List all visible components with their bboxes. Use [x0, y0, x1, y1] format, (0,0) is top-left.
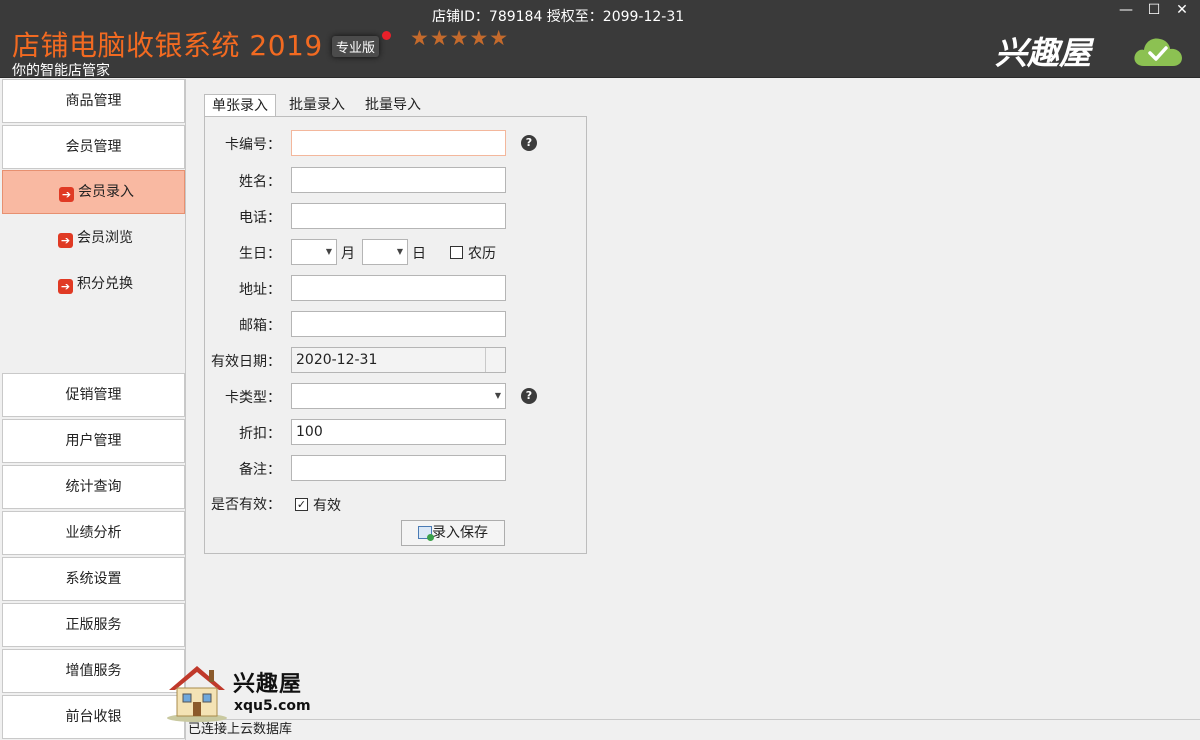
minimize-button[interactable]: — — [1114, 2, 1138, 18]
store-info: 店铺ID：789184 授权至：2099-12-31 — [432, 9, 685, 25]
main-content: 单张录入 批量录入 批量导入 卡编号： ? 姓名： 电话： 生日： ▼ 月 ▼ … — [186, 79, 1200, 719]
nav-members[interactable]: 会员管理 — [2, 125, 185, 169]
house-icon — [167, 666, 227, 722]
notification-dot — [382, 31, 391, 40]
maximize-button[interactable]: ☐ — [1142, 2, 1166, 18]
valid-date-picker[interactable]: 2020-12-31 — [291, 347, 506, 373]
birthday-month-select[interactable]: ▼ — [291, 239, 337, 265]
arrow-right-icon: ➔ — [58, 279, 73, 294]
address-label: 地址： — [239, 282, 281, 298]
edition-badge: 专业版 — [332, 36, 380, 57]
chevron-down-icon: ▼ — [494, 391, 501, 400]
is-valid-label: 是否有效： — [211, 497, 281, 513]
is-valid-checkbox-label: 有效 — [313, 498, 341, 514]
nav-goods[interactable]: 商品管理 — [2, 79, 185, 123]
date-dropdown-button[interactable] — [485, 348, 505, 372]
nav-performance[interactable]: 业绩分析 — [2, 511, 185, 555]
discount-input[interactable] — [291, 419, 506, 445]
app-subtitle: 你的智能店管家 — [12, 63, 110, 79]
remark-input[interactable] — [291, 455, 506, 481]
title-bar: 店铺电脑收银系统 2019 专业版 ★★★★★ 你的智能店管家 店铺ID：789… — [0, 0, 1200, 79]
lunar-label: 农历 — [468, 246, 496, 262]
watermark-name: 兴趣屋 — [233, 672, 303, 697]
card-no-input[interactable] — [291, 130, 506, 156]
valid-date-label: 有效日期： — [211, 354, 281, 370]
chevron-down-icon: ▼ — [396, 247, 403, 256]
question-icon[interactable]: ? — [521, 388, 537, 404]
phone-input[interactable] — [291, 203, 506, 229]
member-entry-panel: 卡编号： ? 姓名： 电话： 生日： ▼ 月 ▼ 日 农历 地址： 邮箱： 有效… — [204, 116, 587, 554]
watermark-url: xqu5.com — [234, 698, 311, 714]
birthday-label: 生日： — [239, 246, 281, 262]
watermark: 兴趣屋 xqu5.com — [165, 662, 325, 722]
month-unit: 月 — [341, 246, 355, 262]
tab-batch-entry[interactable]: 批量录入 — [282, 94, 352, 116]
sub-points-exchange-label: 积分兑换 — [77, 276, 133, 292]
app-title: 店铺电脑收银系统 2019 — [12, 29, 323, 62]
day-unit: 日 — [412, 246, 426, 262]
card-no-label: 卡编号： — [225, 137, 281, 153]
tab-batch-import[interactable]: 批量导入 — [358, 94, 428, 116]
name-input[interactable] — [291, 167, 506, 193]
sub-member-entry[interactable]: ➔ 会员录入 — [2, 170, 185, 214]
is-valid-checkbox[interactable]: ✓ — [295, 498, 308, 511]
rating-stars: ★★★★★ — [410, 26, 510, 50]
status-text: 已连接上云数据库 — [188, 722, 293, 737]
lunar-checkbox[interactable] — [450, 246, 463, 259]
nav-statistics[interactable]: 统计查询 — [2, 465, 185, 509]
nav-value-added[interactable]: 增值服务 — [2, 649, 185, 693]
arrow-right-icon: ➔ — [59, 187, 74, 202]
email-input[interactable] — [291, 311, 506, 337]
valid-date-value: 2020-12-31 — [296, 352, 378, 368]
remark-label: 备注： — [239, 462, 281, 478]
tab-single-entry[interactable]: 单张录入 — [204, 94, 276, 118]
birthday-day-select[interactable]: ▼ — [362, 239, 408, 265]
phone-label: 电话： — [239, 210, 281, 226]
save-button[interactable]: 录入保存 — [401, 520, 505, 546]
name-label: 姓名： — [239, 174, 281, 190]
sub-member-entry-label: 会员录入 — [78, 184, 134, 200]
sub-member-browse[interactable]: ➔ 会员浏览 — [2, 216, 185, 260]
nav-settings[interactable]: 系统设置 — [2, 557, 185, 601]
cloud-check-icon[interactable] — [1132, 34, 1184, 68]
chevron-down-icon: ▼ — [325, 247, 332, 256]
close-button[interactable]: ✕ — [1170, 2, 1194, 18]
status-bar: 已连接上云数据库 — [186, 719, 1200, 740]
card-type-label: 卡类型： — [225, 390, 281, 406]
sidebar: 商品管理 会员管理 ➔ 会员录入 ➔ 会员浏览 ➔ 积分兑换 促销管理 用户管理 统计… — [0, 79, 186, 740]
save-icon — [418, 526, 434, 541]
nav-users[interactable]: 用户管理 — [2, 419, 185, 463]
nav-genuine-service[interactable]: 正版服务 — [2, 603, 185, 647]
brand-logo: 兴趣屋 — [995, 34, 1092, 72]
save-button-label: 录入保存 — [432, 525, 488, 541]
question-icon[interactable]: ? — [521, 135, 537, 151]
discount-label: 折扣： — [239, 426, 281, 442]
address-input[interactable] — [291, 275, 506, 301]
sub-member-browse-label: 会员浏览 — [77, 230, 133, 246]
card-type-select[interactable]: ▼ — [291, 383, 506, 409]
sub-points-exchange[interactable]: ➔ 积分兑换 — [2, 262, 185, 306]
arrow-right-icon: ➔ — [58, 233, 73, 248]
nav-cashier[interactable]: 前台收银 — [2, 695, 185, 739]
nav-promotion[interactable]: 促销管理 — [2, 373, 185, 417]
email-label: 邮箱： — [239, 318, 281, 334]
